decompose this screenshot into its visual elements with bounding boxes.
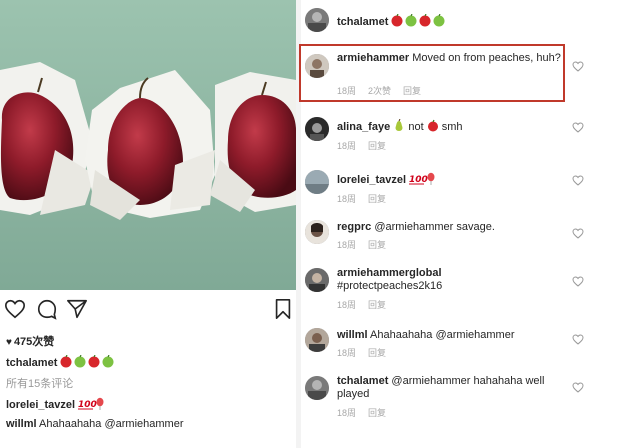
comment-meta: 18周 回复 [337,406,398,419]
comment-row: willml Ahahaahaha @armiehammer 18周 回复 [301,326,591,360]
avatar[interactable] [305,220,329,244]
hundred-and-balloon-emoji: 100 [78,397,106,413]
comment-time: 18周 [337,408,357,418]
comment-time: 18周 [337,300,357,310]
like-count[interactable]: ♥ 475次赞 [6,333,54,349]
avatar[interactable] [305,376,329,400]
preview-username[interactable]: willml [6,418,37,430]
avatar[interactable] [305,328,329,352]
comment-like-heart-icon[interactable] [572,276,584,287]
heart-icon[interactable] [4,298,26,320]
comment-like-heart-icon[interactable] [572,228,584,239]
reply-link[interactable]: 回复 [368,141,386,151]
comment-text: alina_faye not smh [337,118,565,136]
comment-meta: 18周 回复 [337,346,398,359]
view-all-comments-link[interactable]: 所有15条评论 [6,375,73,391]
comment-icon[interactable] [36,298,58,320]
comment-meta: 18周 回复 [337,298,398,311]
comment-meta: 18周 回复 [337,238,398,251]
reply-link[interactable]: 回复 [368,194,386,204]
post-photo[interactable] [0,0,296,290]
comment-text: tchalamet @armiehammer hahahaha well pla… [337,375,557,401]
comment-like-heart-icon[interactable] [572,334,584,345]
preview-text: Ahahaahaha @armiehammer [39,418,184,430]
comment-username[interactable]: alina_faye [337,121,390,133]
comment-text: willml Ahahaahaha @armiehammer [337,329,565,342]
apple-emoji-set [391,13,447,31]
comment-time: 18周 [337,240,357,250]
avatar[interactable] [305,170,329,194]
comment-time: 18周 [337,141,357,151]
share-icon[interactable] [66,298,88,320]
caption-row: tchalamet [301,8,591,32]
comment-body-end: smh [441,121,463,133]
highlight-box [299,44,565,102]
avatar[interactable] [305,268,329,292]
comment-row: regprc @armiehammer savage. 18周 回复 [301,218,591,252]
comment-text: regprc @armiehammer savage. [337,221,565,234]
comment-like-heart-icon[interactable] [572,175,584,186]
reply-link[interactable]: 回复 [368,240,386,250]
post: ♥ 475次赞 tchalamet 所有15条评论 lorelei_tavzel … [0,0,296,448]
comment-meta: 18周 回复 [337,192,398,205]
preview-comment: lorelei_tavzel 100 [6,397,106,413]
comment-body: @armiehammer savage. [374,221,495,233]
pear-emoji [393,118,405,136]
pears-image [0,0,296,290]
comment-like-heart-icon[interactable] [572,122,584,133]
comment-row: alina_faye not smh 18周 回复 [301,117,591,151]
avatar[interactable] [305,8,329,32]
bookmark-icon[interactable] [272,298,294,320]
apple-emoji [427,119,439,136]
comment-like-heart-icon[interactable] [572,61,584,72]
comment-body: not [408,121,424,133]
comment-time: 18周 [337,194,357,204]
comment-time: 18周 [337,348,357,358]
post-actions [4,296,291,322]
comment-username[interactable]: armiehammerglobal [337,267,442,279]
comment-text: tchalamet [337,13,565,31]
caption-username[interactable]: tchalamet [6,357,57,369]
comment-meta: 18周 回复 [337,139,398,152]
reply-link[interactable]: 回复 [368,348,386,358]
comment-body: Ahahaahaha @armiehammer [370,329,515,341]
apple-emoji-set [60,354,116,371]
comment-text: armiehammerglobal #protectpeaches2k16 [337,267,565,293]
comment-username[interactable]: willml [337,329,368,341]
reply-link[interactable]: 回复 [368,300,386,310]
comment-row: armiehammerglobal #protectpeaches2k16 18… [301,266,591,310]
comment-row: lorelei_tavzel 100 18周 回复 [301,168,591,205]
comment-like-heart-icon[interactable] [572,382,584,393]
comment-row: tchalamet @armiehammer hahahaha well pla… [301,372,591,432]
hundred-and-balloon-emoji: 100 [409,172,437,189]
comment-username[interactable]: lorelei_tavzel [337,174,406,186]
comment-body: #protectpeaches2k16 [337,280,443,292]
comment-username[interactable]: regprc [337,221,371,233]
comment-text: lorelei_tavzel 100 [337,172,565,189]
reply-link[interactable]: 回复 [368,408,386,418]
comment-username[interactable]: tchalamet [337,375,388,387]
preview-comment: willml Ahahaahaha @armiehammer [6,418,183,430]
like-heart-icon: ♥ [6,337,12,348]
screenshot: ♥ 475次赞 tchalamet 所有15条评论 lorelei_tavzel … [0,0,627,448]
post-caption: tchalamet [6,354,116,371]
avatar[interactable] [305,117,329,141]
preview-username[interactable]: lorelei_tavzel [6,399,75,411]
comment-username[interactable]: tchalamet [337,16,388,28]
